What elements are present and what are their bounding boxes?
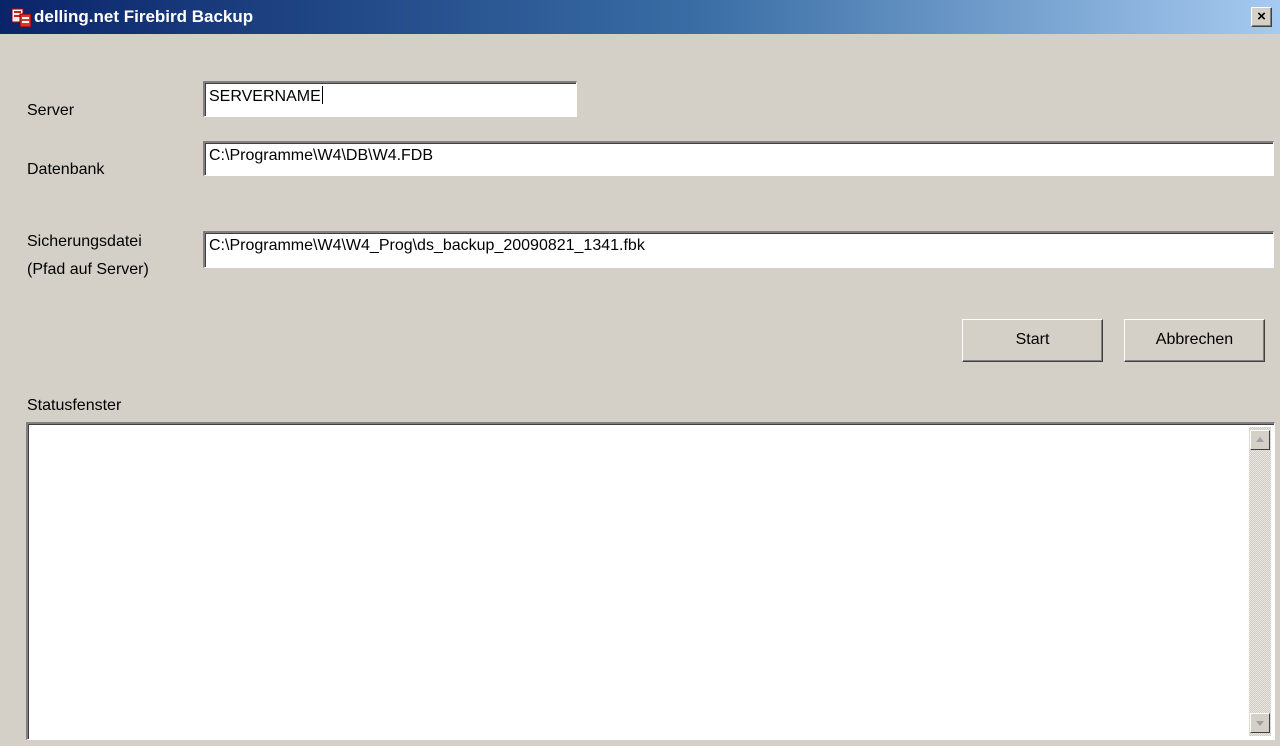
database-label: Datenbank	[27, 161, 105, 178]
close-icon: ×	[1257, 8, 1266, 25]
status-window-label: Statusfenster	[27, 397, 122, 414]
scroll-down-button[interactable]	[1250, 713, 1270, 733]
scroll-up-button[interactable]	[1250, 430, 1270, 450]
database-input-value: C:\Programme\W4\DB\W4.FDB	[209, 147, 434, 164]
window-title: delling.net Firebird Backup	[34, 7, 254, 26]
status-window-scrollbar[interactable]	[1249, 427, 1271, 736]
backup-file-input-value: C:\Programme\W4\W4_Prog\ds_backup_200908…	[209, 237, 645, 254]
close-button[interactable]: ×	[1251, 7, 1272, 27]
text-caret	[321, 86, 323, 104]
status-window[interactable]	[26, 422, 1275, 740]
title-bar[interactable]: delling.net Firebird Backup ×	[0, 0, 1280, 34]
cancel-button[interactable]: Abbrechen	[1124, 319, 1265, 362]
server-label: Server	[27, 102, 75, 119]
start-button[interactable]: Start	[962, 319, 1103, 362]
server-input[interactable]: SERVERNAME	[203, 81, 577, 117]
backup-dialog-window: delling.net Firebird Backup × Server SER…	[0, 0, 1280, 746]
backup-file-label-line1: Sicherungsdatei	[27, 233, 142, 250]
server-input-value: SERVERNAME	[209, 88, 321, 105]
app-icon	[11, 8, 32, 28]
backup-file-label-line2: (Pfad auf Server)	[27, 261, 149, 278]
database-input[interactable]: C:\Programme\W4\DB\W4.FDB	[203, 141, 1274, 176]
backup-file-input[interactable]: C:\Programme\W4\W4_Prog\ds_backup_200908…	[203, 231, 1274, 268]
scroll-up-arrow-icon	[1256, 437, 1264, 442]
scroll-down-arrow-icon	[1256, 721, 1264, 726]
